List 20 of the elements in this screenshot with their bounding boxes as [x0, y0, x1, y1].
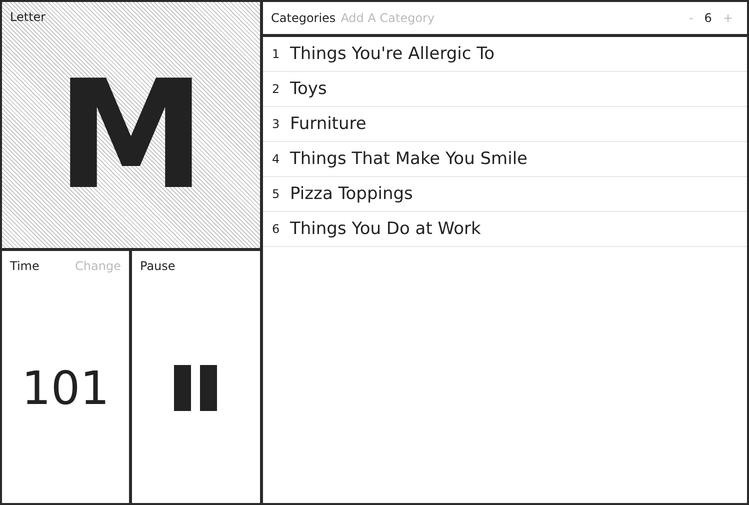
- panel-label: Categories: [271, 11, 336, 25]
- row-number: 4: [272, 152, 281, 166]
- category-name[interactable]: Things You Do at Work: [290, 219, 481, 239]
- panel-label: Letter: [10, 10, 46, 24]
- category-name[interactable]: Furniture: [290, 114, 366, 134]
- row-number: 2: [272, 82, 281, 96]
- category-name[interactable]: Things You're Allergic To: [290, 44, 495, 64]
- pause-icon[interactable]: [174, 365, 218, 411]
- panel-label: Time: [10, 259, 40, 273]
- category-name[interactable]: Pizza Toppings: [290, 184, 413, 204]
- letter: M: [56, 61, 206, 211]
- panel-label: Pause: [140, 259, 176, 273]
- row-number: 3: [272, 117, 281, 131]
- timer-value: 101: [22, 361, 110, 415]
- category-count: 6: [704, 11, 712, 25]
- row-number: 5: [272, 187, 281, 201]
- row-number: 1: [272, 47, 281, 61]
- row-number: 6: [272, 222, 281, 236]
- category-name[interactable]: Toys: [290, 79, 327, 99]
- category-name[interactable]: Things That Make You Smile: [290, 149, 528, 169]
